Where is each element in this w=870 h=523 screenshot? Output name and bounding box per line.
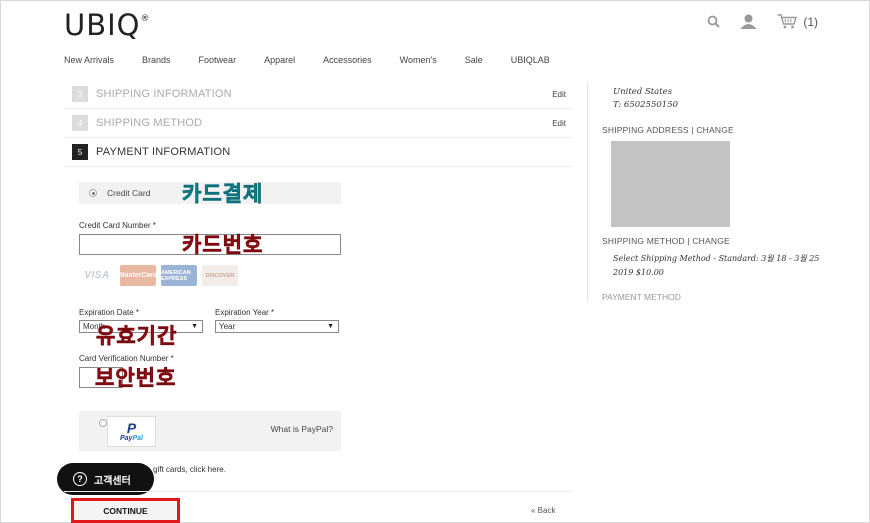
annotation-expiry: 유효기간 bbox=[96, 324, 178, 349]
mastercard-logo: MasterCard bbox=[119, 265, 157, 286]
paypal-wordmark-pay: Pay bbox=[120, 435, 133, 442]
question-icon: ? bbox=[73, 472, 87, 486]
exp-date-label: Expiration Date * bbox=[79, 308, 140, 317]
paypal-icon: P bbox=[126, 420, 137, 436]
step-shipping-information[interactable]: 3 SHIPPING INFORMATION Edit bbox=[64, 80, 572, 109]
nav-item-womens[interactable]: Women's bbox=[400, 55, 437, 65]
paypal-logo: P PayPal bbox=[107, 416, 156, 447]
step-shipping-method[interactable]: 4 SHIPPING METHOD Edit bbox=[64, 109, 572, 138]
accepted-cards: VISA MasterCard AMERICAN EXPRESS DISCOVE… bbox=[79, 265, 238, 286]
nav-item-accessories[interactable]: Accessories bbox=[323, 55, 372, 65]
nav-item-footwear[interactable]: Footwear bbox=[199, 55, 237, 65]
paypal-wordmark-pal: Pal bbox=[132, 435, 143, 442]
dropdown-arrow-icon: ▼ bbox=[327, 323, 334, 330]
nav-item-new-arrivals[interactable]: New Arrivals bbox=[64, 55, 114, 65]
paypal-wordmark: PayPal bbox=[120, 435, 143, 442]
annotation-security-code: 보안번호 bbox=[95, 366, 177, 391]
cart-count: (1) bbox=[803, 14, 818, 29]
exp-year-value: Year bbox=[219, 322, 236, 331]
dropdown-arrow-icon: ▼ bbox=[191, 323, 198, 330]
exp-year-select[interactable]: Year ▼ bbox=[215, 320, 339, 333]
main-nav: New Arrivals Brands Footwear Apparel Acc… bbox=[64, 55, 578, 65]
user-icon[interactable] bbox=[740, 14, 757, 29]
gift-card-link[interactable]: gift cards, click here. bbox=[153, 465, 226, 474]
nav-item-apparel[interactable]: Apparel bbox=[264, 55, 295, 65]
checkout-steps: 3 SHIPPING INFORMATION Edit 4 SHIPPING M… bbox=[64, 80, 572, 167]
credit-card-radio[interactable] bbox=[89, 189, 97, 197]
visa-logo: VISA bbox=[79, 265, 115, 286]
edit-shipping-method-link[interactable]: Edit bbox=[552, 119, 566, 128]
step-title: SHIPPING METHOD bbox=[96, 117, 203, 129]
header-icons: (1) bbox=[707, 14, 818, 29]
nav-item-ubiqlab[interactable]: UBIQLAB bbox=[511, 55, 550, 65]
annotation-card-number: 카드번호 bbox=[182, 233, 264, 258]
paypal-radio[interactable] bbox=[99, 419, 107, 427]
cart-button[interactable]: (1) bbox=[777, 14, 818, 29]
edit-shipping-information-link[interactable]: Edit bbox=[552, 90, 566, 99]
paypal-option[interactable]: P PayPal What is PayPal? bbox=[79, 411, 341, 451]
support-label: 고객센터 bbox=[94, 475, 131, 487]
divider bbox=[64, 491, 572, 492]
step-title: SHIPPING INFORMATION bbox=[96, 88, 232, 100]
card-number-label: Credit Card Number * bbox=[79, 221, 156, 230]
discover-logo: DISCOVER bbox=[202, 265, 238, 286]
exp-year-label: Expiration Year * bbox=[215, 308, 275, 317]
logo-registered-mark: ® bbox=[140, 14, 151, 24]
what-is-paypal-link[interactable]: What is PayPal? bbox=[271, 424, 333, 434]
payment-method-heading: PAYMENT METHOD bbox=[602, 292, 681, 302]
nav-item-sale[interactable]: Sale bbox=[465, 55, 483, 65]
back-link[interactable]: « Back bbox=[531, 506, 555, 515]
annotation-card-payment: 카드결제 bbox=[182, 182, 264, 207]
amex-logo: AMERICAN EXPRESS bbox=[161, 265, 197, 286]
continue-button[interactable]: CONTINUE bbox=[71, 498, 180, 523]
step-payment-information: 5 PAYMENT INFORMATION bbox=[64, 138, 572, 167]
step-title: PAYMENT INFORMATION bbox=[96, 146, 231, 158]
address-country: United States bbox=[613, 87, 673, 97]
step-number: 4 bbox=[72, 115, 88, 131]
shipping-method-summary: Select Shipping Method - Standard: 3월 18… bbox=[613, 254, 820, 277]
shipping-method-heading[interactable]: SHIPPING METHOD | CHANGE bbox=[602, 236, 730, 246]
ubiq-logo[interactable]: UBIQ® bbox=[64, 8, 151, 42]
step-number: 3 bbox=[72, 86, 88, 102]
cart-icon bbox=[777, 14, 798, 29]
sidebar-divider bbox=[587, 82, 588, 302]
shipping-address-heading[interactable]: SHIPPING ADDRESS | CHANGE bbox=[602, 125, 734, 135]
redacted-address-block bbox=[611, 141, 730, 227]
step-number: 5 bbox=[72, 144, 88, 160]
credit-card-label: Credit Card bbox=[107, 188, 151, 198]
logo-text: UBIQ bbox=[64, 8, 141, 42]
nav-item-brands[interactable]: Brands bbox=[142, 55, 171, 65]
address-phone: T: 6502550150 bbox=[613, 100, 679, 110]
search-icon[interactable] bbox=[707, 15, 721, 28]
